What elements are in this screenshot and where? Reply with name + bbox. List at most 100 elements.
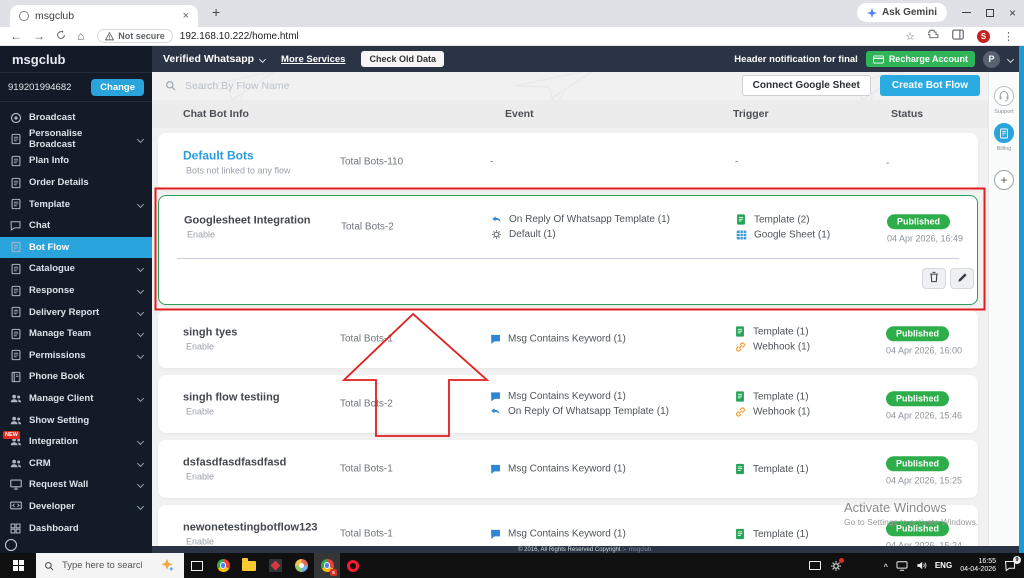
- side-panel-icon[interactable]: [952, 29, 964, 43]
- sidebar-item-integration[interactable]: NEW Integration: [0, 430, 152, 453]
- template-icon: [736, 214, 748, 226]
- sidebar-item-label: Chat: [29, 220, 51, 232]
- language-indicator[interactable]: ENG: [935, 561, 952, 570]
- change-number-button[interactable]: Change: [91, 78, 144, 96]
- folder-icon: [242, 558, 256, 571]
- bookmark-star-icon[interactable]: ☆: [905, 30, 915, 43]
- verified-whatsapp-dropdown[interactable]: Verified Whatsapp: [163, 53, 267, 65]
- bot-name-link[interactable]: Default Bots: [183, 148, 291, 162]
- sidebar-item-crm[interactable]: CRM: [0, 453, 152, 475]
- task-view-button[interactable]: [184, 553, 210, 578]
- network-icon[interactable]: [896, 560, 908, 571]
- action-center-button[interactable]: 9: [1004, 555, 1021, 572]
- system-tray: ^ ENG 16:55 04-04-2026 9: [884, 553, 1024, 578]
- doc-icon: [9, 263, 22, 275]
- add-button[interactable]: +: [994, 170, 1014, 190]
- sidebar-item-personalise-broadcast[interactable]: Personalise Broadcast: [0, 128, 152, 150]
- taskbar-app-red[interactable]: [262, 553, 288, 578]
- sidebar-item-show-setting[interactable]: Show Setting: [0, 409, 152, 431]
- column-header-chat-bot-info: Chat Bot Info: [183, 108, 249, 120]
- taskbar-clock[interactable]: 16:55 04-04-2026: [960, 558, 996, 574]
- bot-flow-row-default-bots[interactable]: Default Bots Bots not linked to any flow T…: [158, 133, 978, 190]
- browser-profile-avatar[interactable]: S: [977, 29, 990, 43]
- reload-icon[interactable]: [56, 30, 66, 42]
- start-button[interactable]: [0, 553, 36, 578]
- search-input[interactable]: [183, 78, 403, 93]
- sidebar-item-dashboard[interactable]: Dashboard: [0, 517, 152, 539]
- tray-folder-icon[interactable]: [808, 561, 821, 570]
- sidebar-item-order-details[interactable]: Order Details: [0, 172, 152, 194]
- sidebar-item-plan-info[interactable]: Plan Info: [0, 150, 152, 172]
- close-button[interactable]: ×: [1009, 7, 1016, 19]
- bot-flow-row-singh-tyes[interactable]: singh tyes Enable Total Bots-1 Msg Contains…: [158, 310, 978, 368]
- edit-button[interactable]: [950, 268, 974, 289]
- check-old-data-button[interactable]: Check Old Data: [361, 51, 444, 67]
- user-avatar[interactable]: P: [983, 50, 1000, 68]
- taskbar-chrome[interactable]: [210, 553, 236, 578]
- taskbar-search[interactable]: [36, 553, 184, 578]
- taskbar-chrome-active[interactable]: s: [314, 553, 340, 578]
- sidebar-item-chat[interactable]: Chat: [0, 215, 152, 237]
- more-services-link[interactable]: More Services: [281, 54, 345, 65]
- detail-text: Template (1): [753, 391, 809, 402]
- sidebar-item-delivery-report[interactable]: Delivery Report: [0, 301, 152, 323]
- extensions-icon[interactable]: [927, 29, 939, 43]
- minimize-button[interactable]: [961, 12, 971, 13]
- sidebar-item-manage-team[interactable]: Manage Team: [0, 323, 152, 345]
- doc-icon: [9, 349, 22, 361]
- taskbar-search-input[interactable]: [60, 559, 144, 572]
- doc-icon: [9, 198, 22, 210]
- connect-google-sheet-button[interactable]: Connect Google Sheet: [741, 75, 871, 96]
- bot-name-block: Default Bots Bots not linked to any flow: [183, 148, 291, 175]
- sidebar-item-bot-flow[interactable]: Bot Flow: [0, 236, 152, 259]
- volume-icon[interactable]: [916, 560, 927, 571]
- sidebar-item-label: Permissions: [29, 349, 86, 361]
- bot-flow-row-singh-flow-testiing[interactable]: singh flow testiing Enable Total Bots-2 Msg…: [158, 375, 978, 433]
- address-bar[interactable]: Not secure 192.168.10.222/home.html: [97, 29, 299, 43]
- profile-chevron-icon[interactable]: [1006, 55, 1015, 63]
- sidebar-item-response[interactable]: Response: [0, 280, 152, 302]
- status-badge: Published: [886, 325, 950, 341]
- restore-button[interactable]: [985, 8, 994, 17]
- taskbar-file-explorer[interactable]: [236, 553, 262, 578]
- bot-name-block: Googlesheet Integration Enable: [184, 215, 311, 240]
- tab-close-icon[interactable]: ×: [183, 10, 189, 22]
- sidebar-item-template[interactable]: Template: [0, 193, 152, 215]
- footer-brand-link[interactable]: msgclub.: [629, 547, 653, 553]
- sidebar-item-manage-client[interactable]: Manage Client: [0, 388, 152, 410]
- taskbar-opera[interactable]: [340, 553, 366, 578]
- page-scrollbar[interactable]: [1019, 46, 1024, 553]
- sidebar-item-broadcast[interactable]: Broadcast: [0, 107, 152, 129]
- browser-tab[interactable]: msgclub ×: [10, 5, 198, 27]
- create-bot-flow-button[interactable]: Create Bot Flow: [879, 75, 980, 96]
- support-button[interactable]: [994, 86, 1014, 106]
- forward-icon[interactable]: →: [33, 30, 45, 42]
- recharge-account-button[interactable]: Recharge Account: [865, 51, 975, 67]
- doc-icon: [9, 155, 22, 167]
- trigger-cell: Template (1): [735, 528, 809, 540]
- sidebar-item-developer[interactable]: Developer: [0, 496, 152, 518]
- browser-menu-icon[interactable]: ⋮: [1003, 30, 1014, 43]
- url-text[interactable]: 192.168.10.222/home.html: [180, 31, 299, 42]
- bot-flow-row-googlesheet-integration[interactable]: Googlesheet Integration Enable Total Bots-…: [158, 195, 978, 305]
- sidebar-item-catalogue[interactable]: Catalogue: [0, 258, 152, 280]
- status-badge: Published: [886, 390, 950, 406]
- new-tab-button[interactable]: +: [212, 4, 220, 20]
- sidebar-item-phone-book[interactable]: Phone Book: [0, 366, 152, 388]
- delete-button[interactable]: [922, 268, 946, 289]
- tray-expand-icon[interactable]: ^: [884, 562, 888, 572]
- home-icon[interactable]: ⌂: [77, 30, 84, 42]
- status-date: 04 Apr 2026, 15:25: [886, 474, 963, 485]
- bot-flow-row-dsfasdfasdfasdfasd[interactable]: dsfasdfasdfasdfasd Enable Total Bots-1 Msg …: [158, 440, 978, 498]
- bot-subtitle: Enable: [186, 471, 215, 482]
- billing-button[interactable]: [994, 123, 1014, 143]
- not-secure-badge[interactable]: Not secure: [97, 29, 173, 43]
- sidebar-item-request-wall[interactable]: Request Wall: [0, 474, 152, 496]
- back-icon[interactable]: ←: [10, 30, 22, 42]
- tray-settings-icon[interactable]: [830, 557, 844, 572]
- taskbar-paint[interactable]: [288, 553, 314, 578]
- sidebar-item-permissions[interactable]: Permissions: [0, 345, 152, 367]
- book-icon: [9, 371, 22, 383]
- ask-gemini-button[interactable]: Ask Gemini: [856, 3, 947, 22]
- sidebar-item-label: CRM: [29, 457, 51, 469]
